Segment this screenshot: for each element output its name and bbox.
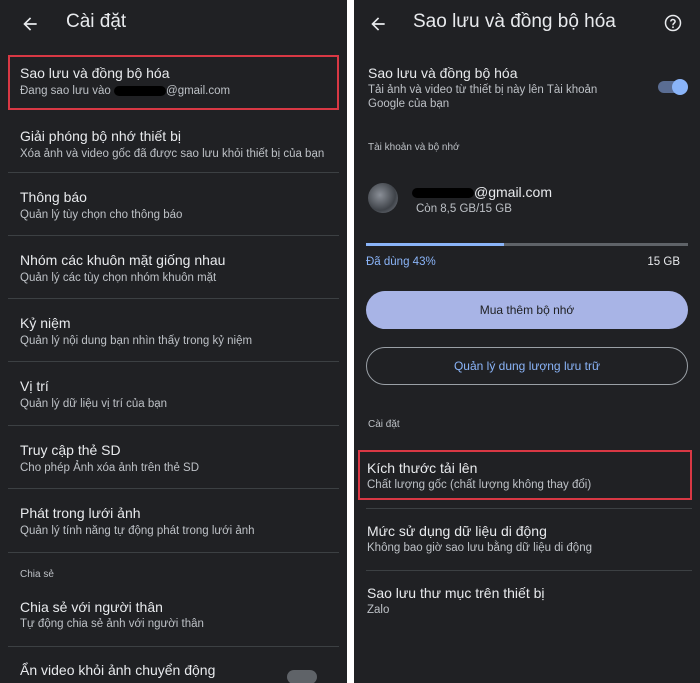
email-domain: @gmail.com (474, 184, 553, 200)
settings-item-memories[interactable]: Kỷ niệm Quản lý nội dung bạn nhìn thấy t… (8, 299, 339, 361)
settings-item-location[interactable]: Vị trí Quản lý dữ liệu vị trí của bạn (8, 362, 339, 425)
item-subtitle: Google của bạn (368, 98, 450, 110)
item-subtitle: Quản lý tùy chọn cho thông báo (20, 209, 183, 221)
email-domain: @gmail.com (166, 85, 231, 97)
settings-item-sd-card[interactable]: Truy cập thẻ SD Cho phép Ảnh xóa ảnh trê… (8, 426, 339, 488)
storage-total: 15 GB (647, 256, 680, 268)
page-title: Cài đặt (66, 11, 127, 32)
item-subtitle: Quản lý tính năng tự động phát trong lướ… (20, 525, 255, 537)
account-email: @gmail.com (412, 184, 552, 200)
settings-item-notifications[interactable]: Thông báo Quản lý tùy chọn cho thông báo (8, 173, 339, 235)
settings-item-hide-motion-video[interactable]: Ẩn video khỏi ảnh chuyển động (8, 647, 339, 683)
settings-item-free-up-space[interactable]: Giải phóng bộ nhớ thiết bị Xóa ảnh và vi… (8, 112, 339, 172)
setting-device-folders[interactable]: Sao lưu thư mục trên thiết bị Zalo (362, 571, 692, 631)
setting-mobile-data[interactable]: Mức sử dụng dữ liệu di động Không bao gi… (362, 509, 692, 569)
help-icon[interactable] (664, 14, 682, 32)
item-title: Mức sử dụng dữ liệu di động (367, 523, 547, 539)
item-title: Kích thước tải lên (367, 460, 478, 476)
backup-toggle-row[interactable]: Sao lưu và đồng bộ hóa Tải ảnh và video … (362, 55, 692, 117)
item-title: Vị trí (20, 378, 49, 394)
item-subtitle: Cho phép Ảnh xóa ảnh trên thẻ SD (20, 462, 200, 474)
item-title: Sao lưu và đồng bộ hóa (20, 65, 170, 81)
item-title: Sao lưu và đồng bộ hóa (368, 65, 518, 81)
manage-storage-button[interactable]: Quản lý dung lượng lưu trữ (366, 347, 688, 385)
settings-screen: Cài đặt Sao lưu và đồng bộ hóa Đang sao … (0, 0, 347, 683)
item-subtitle: Tự động chia sẻ ảnh với người thân (20, 618, 204, 630)
item-title: Thông báo (20, 189, 87, 205)
item-subtitle: Quản lý các tùy chọn nhóm khuôn mặt (20, 272, 217, 284)
item-subtitle: Quản lý dữ liệu vị trí của bạn (20, 398, 168, 410)
storage-used-label: Đã dùng 43% (366, 256, 436, 268)
item-subtitle: Đang sao lưu vào @gmail.com (20, 85, 230, 97)
item-subtitle: Tải ảnh và video từ thiết bị này lên Tài… (368, 84, 598, 96)
app-bar: Sao lưu và đồng bộ hóa (354, 0, 700, 48)
item-title: Nhóm các khuôn mặt giống nhau (20, 252, 226, 268)
settings-item-partner-sharing[interactable]: Chia sẻ với người thân Tự động chia sẻ ả… (8, 586, 339, 646)
section-header-share: Chia sẻ (20, 569, 54, 580)
setting-upload-size[interactable]: Kích thước tải lên Chất lượng gốc (chất … (358, 450, 692, 500)
section-header-account: Tài khoản và bộ nhớ (368, 142, 460, 153)
settings-item-autoplay[interactable]: Phát trong lưới ảnh Quản lý tính năng tự… (8, 489, 339, 551)
item-title: Kỷ niệm (20, 315, 71, 331)
backup-settings-screen: Sao lưu và đồng bộ hóa Sao lưu và đồng b… (354, 0, 700, 683)
buy-storage-button[interactable]: Mua thêm bộ nhớ (366, 291, 688, 329)
redacted-email (412, 188, 474, 199)
back-arrow-icon[interactable] (368, 14, 388, 34)
item-title: Phát trong lưới ảnh (20, 505, 141, 521)
settings-item-backup[interactable]: Sao lưu và đồng bộ hóa Đang sao lưu vào … (8, 55, 339, 110)
item-title: Sao lưu thư mục trên thiết bị (367, 585, 545, 601)
item-subtitle: Xóa ảnh và video gốc đã được sao lưu khỏ… (20, 148, 325, 160)
settings-item-face-groups[interactable]: Nhóm các khuôn mặt giống nhau Quản lý cá… (8, 236, 339, 298)
section-header-settings: Cài đặt (368, 419, 400, 430)
item-title: Truy cập thẻ SD (20, 442, 121, 458)
item-subtitle: Chất lượng gốc (chất lượng không thay đổ… (367, 479, 592, 491)
item-title: Giải phóng bộ nhớ thiết bị (20, 128, 181, 144)
avatar (368, 183, 398, 213)
item-subtitle: Không bao giờ sao lưu bằng dữ liệu di độ… (367, 542, 592, 554)
divider (8, 552, 339, 553)
storage-bar (366, 243, 688, 246)
item-title: Chia sẻ với người thân (20, 599, 163, 615)
item-title: Ẩn video khỏi ảnh chuyển động (20, 662, 216, 678)
redacted-email (114, 85, 167, 96)
storage-remaining: Còn 8,5 GB/15 GB (416, 203, 512, 215)
item-subtitle: Zalo (367, 604, 390, 616)
page-title: Sao lưu và đồng bộ hóa (413, 11, 616, 32)
motion-video-toggle[interactable] (287, 670, 317, 683)
subtitle-prefix: Đang sao lưu vào (20, 85, 111, 97)
storage-bar-fill (366, 243, 505, 246)
toggle-knob (672, 79, 688, 95)
backup-toggle[interactable] (658, 79, 688, 95)
item-subtitle: Quản lý nội dung bạn nhìn thấy trong kỷ … (20, 335, 253, 347)
back-arrow-icon[interactable] (20, 14, 40, 34)
app-bar: Cài đặt (0, 0, 347, 48)
